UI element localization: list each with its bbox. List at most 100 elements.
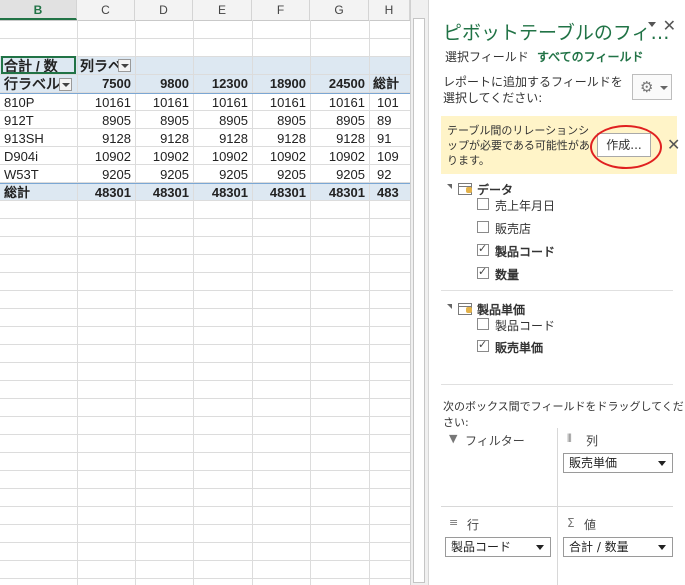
pivot-column-header[interactable]: 24500 xyxy=(310,75,365,93)
field-checkbox[interactable] xyxy=(477,265,489,279)
pivot-value-cell[interactable]: 9128 xyxy=(193,130,248,148)
pivot-value-cell[interactable]: 10161 xyxy=(193,94,248,112)
column-header-g[interactable]: G xyxy=(310,0,369,20)
pivot-value-cell[interactable]: 10902 xyxy=(193,148,248,166)
pivot-total-cell[interactable]: 48301 xyxy=(77,184,131,202)
panel-options-arrow-icon[interactable] xyxy=(648,22,656,27)
scrollbar-thumb[interactable] xyxy=(413,18,425,583)
column-header-d[interactable]: D xyxy=(135,0,193,20)
tools-button[interactable]: ⚙ xyxy=(632,74,672,100)
dropdown-value: 製品コード xyxy=(451,540,512,554)
tab-all-fields[interactable]: すべてのフィールド xyxy=(537,48,643,65)
collapse-arrow-icon[interactable] xyxy=(447,184,452,189)
pivot-column-header[interactable]: 9800 xyxy=(135,75,189,93)
field-label: 販売単価 xyxy=(495,341,544,355)
pivot-value-cell[interactable]: 10161 xyxy=(77,94,131,112)
pivot-value-cell[interactable]: 10161 xyxy=(252,94,306,112)
field-quantity[interactable]: 数量 xyxy=(477,265,520,283)
pivot-row-label-cell[interactable]: 913SH xyxy=(4,130,74,148)
pivot-total-label[interactable]: 総計 xyxy=(4,184,74,202)
pivot-total-cell[interactable]: 48301 xyxy=(252,184,306,202)
pivot-row-label-cell[interactable]: 810P xyxy=(4,94,74,112)
pivot-value-cell[interactable]: 8905 xyxy=(310,112,365,130)
field-checkbox[interactable] xyxy=(477,198,489,210)
sigma-icon: Σ xyxy=(567,516,575,530)
pivot-value-cell[interactable]: 9128 xyxy=(252,130,306,148)
pivot-value-cell[interactable]: 9205 xyxy=(310,166,365,184)
pivot-row-label-cell[interactable]: 912T xyxy=(4,112,74,130)
column-header-f[interactable]: F xyxy=(252,0,310,20)
divider xyxy=(441,384,673,385)
pivot-value-cell[interactable]: 8905 xyxy=(77,112,131,130)
values-field-dropdown[interactable]: 合計 / 数量 xyxy=(563,537,673,557)
pivot-value-cell[interactable]: 10902 xyxy=(77,148,131,166)
pivot-row-label-cell[interactable]: D904i xyxy=(4,148,74,166)
pivot-row-label[interactable]: 行ラベル xyxy=(4,75,60,93)
pivot-total-cell[interactable]: 48301 xyxy=(193,184,248,202)
field-label: 数量 xyxy=(495,268,520,282)
close-icon[interactable]: ✕ xyxy=(663,16,676,35)
pivot-value-cell[interactable]: 8905 xyxy=(135,112,189,130)
tab-selected-fields[interactable]: 選択フィールド xyxy=(445,48,529,65)
column-header-h[interactable]: H xyxy=(369,0,410,20)
dismiss-notice-icon[interactable]: ✕ xyxy=(667,135,680,154)
pivot-row-label-cell[interactable]: W53T xyxy=(4,166,74,184)
pivot-col-label[interactable]: 列ラベ xyxy=(80,57,118,75)
table-data[interactable]: データ xyxy=(447,181,513,198)
pivot-value-cell[interactable]: 8905 xyxy=(193,112,248,130)
field-sales-date[interactable]: 売上年月日 xyxy=(477,197,555,214)
pivot-value-cell[interactable]: 101 xyxy=(377,94,410,112)
pivot-value-cell[interactable]: 9205 xyxy=(252,166,306,184)
filter-drop-zone[interactable] xyxy=(441,450,553,502)
table-unit-price[interactable]: 製品単価 xyxy=(447,301,525,318)
pivot-column-header[interactable]: 7500 xyxy=(77,75,131,93)
active-cell-frame xyxy=(1,56,76,74)
pivot-value-cell[interactable]: 9128 xyxy=(135,130,189,148)
highlight-ring xyxy=(590,125,662,169)
column-header-b[interactable]: B xyxy=(0,0,77,20)
pivot-total-cell[interactable]: 48301 xyxy=(135,184,189,202)
row-filter-dropdown[interactable] xyxy=(59,78,72,91)
field-checkbox[interactable] xyxy=(477,338,489,352)
field-product-code-2[interactable]: 製品コード xyxy=(477,317,555,334)
field-product-code[interactable]: 製品コード xyxy=(477,242,555,260)
pivot-column-header[interactable]: 12300 xyxy=(193,75,248,93)
col-filter-dropdown[interactable] xyxy=(118,59,131,72)
grid-hline xyxy=(0,578,410,579)
pivot-value-cell[interactable]: 9205 xyxy=(193,166,248,184)
pivot-value-cell[interactable]: 109 xyxy=(377,148,410,166)
field-checkbox[interactable] xyxy=(477,318,489,330)
rows-field-dropdown[interactable]: 製品コード xyxy=(445,537,551,557)
pivot-total-cell[interactable]: 48301 xyxy=(310,184,365,202)
field-checkbox[interactable] xyxy=(477,242,489,256)
column-header-e[interactable]: E xyxy=(193,0,252,20)
pivot-value-cell[interactable]: 10161 xyxy=(135,94,189,112)
columns-field-dropdown[interactable]: 販売単価 xyxy=(563,453,673,473)
pivot-value-cell[interactable]: 8905 xyxy=(252,112,306,130)
pivot-column-header[interactable]: 総計 xyxy=(373,75,410,93)
field-checkbox[interactable] xyxy=(477,221,489,233)
pivot-value-cell[interactable]: 9205 xyxy=(77,166,131,184)
grid-hline xyxy=(0,470,410,471)
pivot-value-cell[interactable]: 92 xyxy=(377,166,410,184)
pivot-column-header[interactable]: 18900 xyxy=(252,75,306,93)
collapse-arrow-icon[interactable] xyxy=(447,304,452,309)
grid-hline xyxy=(0,434,410,435)
pivot-value-cell[interactable]: 89 xyxy=(377,112,410,130)
field-sale-price[interactable]: 販売単価 xyxy=(477,338,544,356)
pivot-value-cell[interactable]: 9205 xyxy=(135,166,189,184)
pivot-value-cell[interactable]: 9128 xyxy=(77,130,131,148)
spreadsheet-grid[interactable]: B C D E F G H 合計 / 数 列ラベ 行ラベル 7500 9800 12… xyxy=(0,0,410,585)
vertical-scrollbar[interactable] xyxy=(410,0,428,585)
rows-icon: ≡ xyxy=(449,516,459,529)
pivot-value-cell[interactable]: 9128 xyxy=(310,130,365,148)
pivot-value-cell[interactable]: 10902 xyxy=(310,148,365,166)
pivot-value-cell[interactable]: 10161 xyxy=(310,94,365,112)
grid-hline xyxy=(0,380,410,381)
pivot-value-cell[interactable]: 10902 xyxy=(135,148,189,166)
field-store[interactable]: 販売店 xyxy=(477,220,531,237)
pivot-value-cell[interactable]: 10902 xyxy=(252,148,306,166)
pivot-value-cell[interactable]: 91 xyxy=(377,130,410,148)
column-header-c[interactable]: C xyxy=(77,0,135,20)
pivot-total-cell[interactable]: 483 xyxy=(377,184,410,202)
